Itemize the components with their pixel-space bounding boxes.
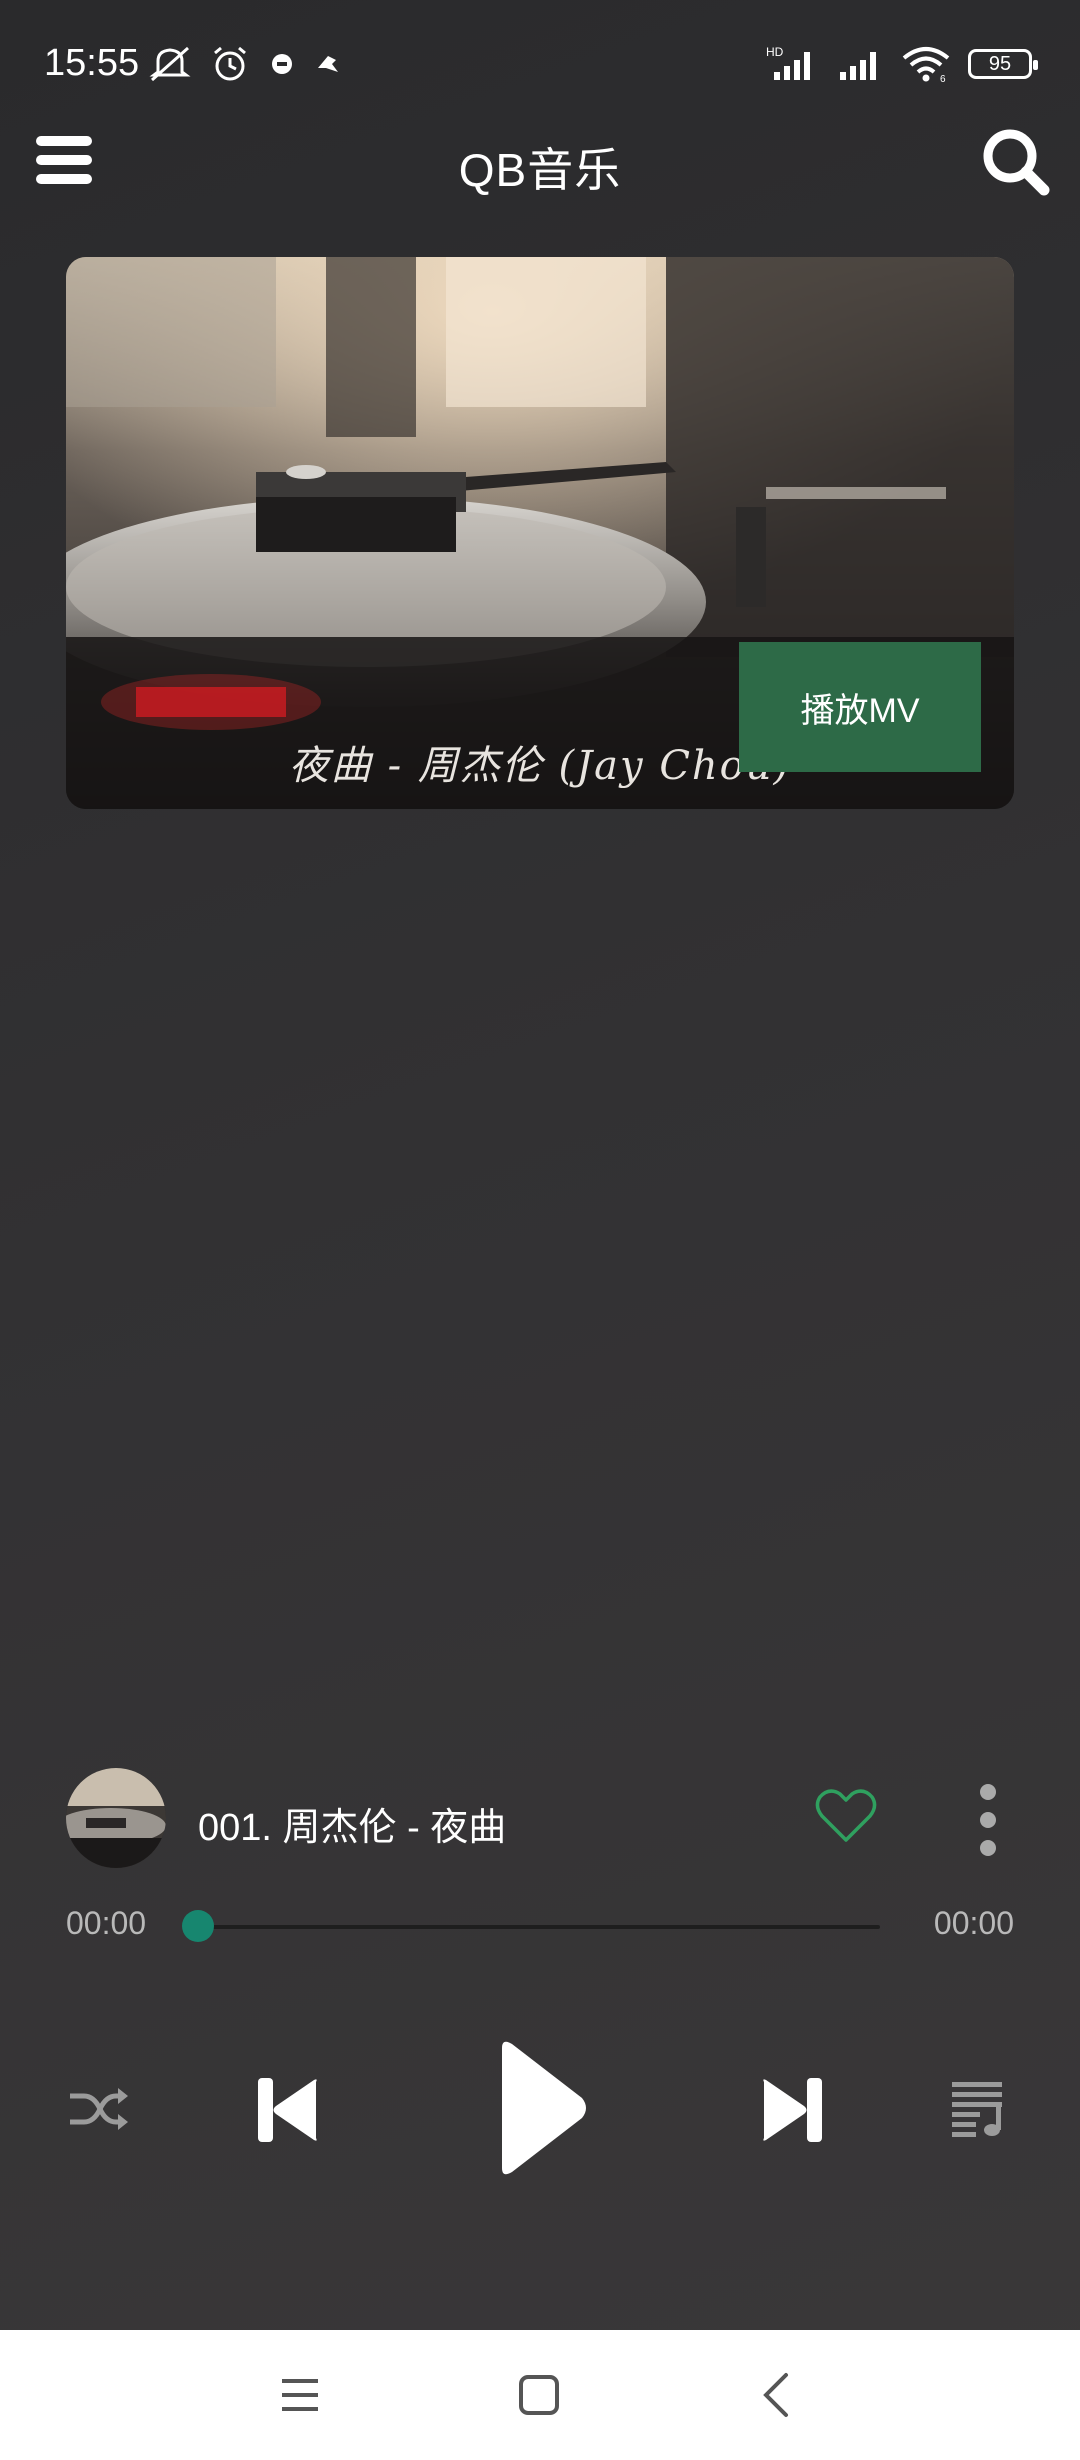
alarm-icon [214,46,246,81]
battery-level: 95 [988,52,1012,75]
mute-notification-icon [149,46,191,82]
status-icons-right: HD 6 95 [764,44,1038,84]
album-thumbnail[interactable] [66,1768,166,1868]
album-art-image [66,1768,166,1868]
cellular-hd-signal-icon: HD [766,45,810,80]
app-title: QB音乐 [458,144,622,196]
wifi-icon: 6 [902,47,950,84]
progress-thumb[interactable] [182,1910,214,1942]
shuffle-icon[interactable] [66,2078,132,2140]
heart-outline-icon[interactable] [814,1786,878,1846]
app-notification-icon [272,54,292,74]
current-time: 00:00 [66,1905,147,1941]
recents-icon[interactable] [270,2365,330,2425]
play-mv-button[interactable]: 播放MV [739,642,981,772]
status-time: 15:55 [44,42,140,84]
progress-bar[interactable]: 00:00 00:00 [66,1905,1014,1945]
now-playing-bar[interactable]: 001. 周杰伦 - 夜曲 [66,1768,1014,1872]
back-icon[interactable] [748,2365,808,2425]
cellular-signal-icon [840,52,876,80]
skip-previous-icon[interactable] [256,2074,320,2146]
status-bar: 15:55 HD 6 95 [0,0,1080,130]
playback-controls [0,2030,1080,2190]
song-title: 001. 周杰伦 - 夜曲 [198,1807,507,1849]
search-icon[interactable] [978,124,1052,198]
play-icon[interactable] [492,2038,590,2178]
status-icons-left [148,44,342,84]
skip-next-icon[interactable] [760,2074,824,2146]
playlist-icon[interactable] [950,2078,1006,2138]
progress-track[interactable] [200,1925,880,1929]
total-time: 00:00 [933,1905,1014,1941]
home-icon[interactable] [509,2365,569,2425]
svg-text:HD: HD [766,45,784,59]
mv-card[interactable]: 夜曲 - 周杰伦 (Jay Chou) 播放MV [66,257,1014,809]
svg-text:6: 6 [940,74,946,84]
more-vertical-icon[interactable] [968,1782,1008,1858]
bird-notification-icon [318,56,338,72]
app-bar: QB音乐 [0,129,1080,240]
battery-indicator: 95 [968,49,1038,79]
system-nav-bar [0,2330,1080,2460]
